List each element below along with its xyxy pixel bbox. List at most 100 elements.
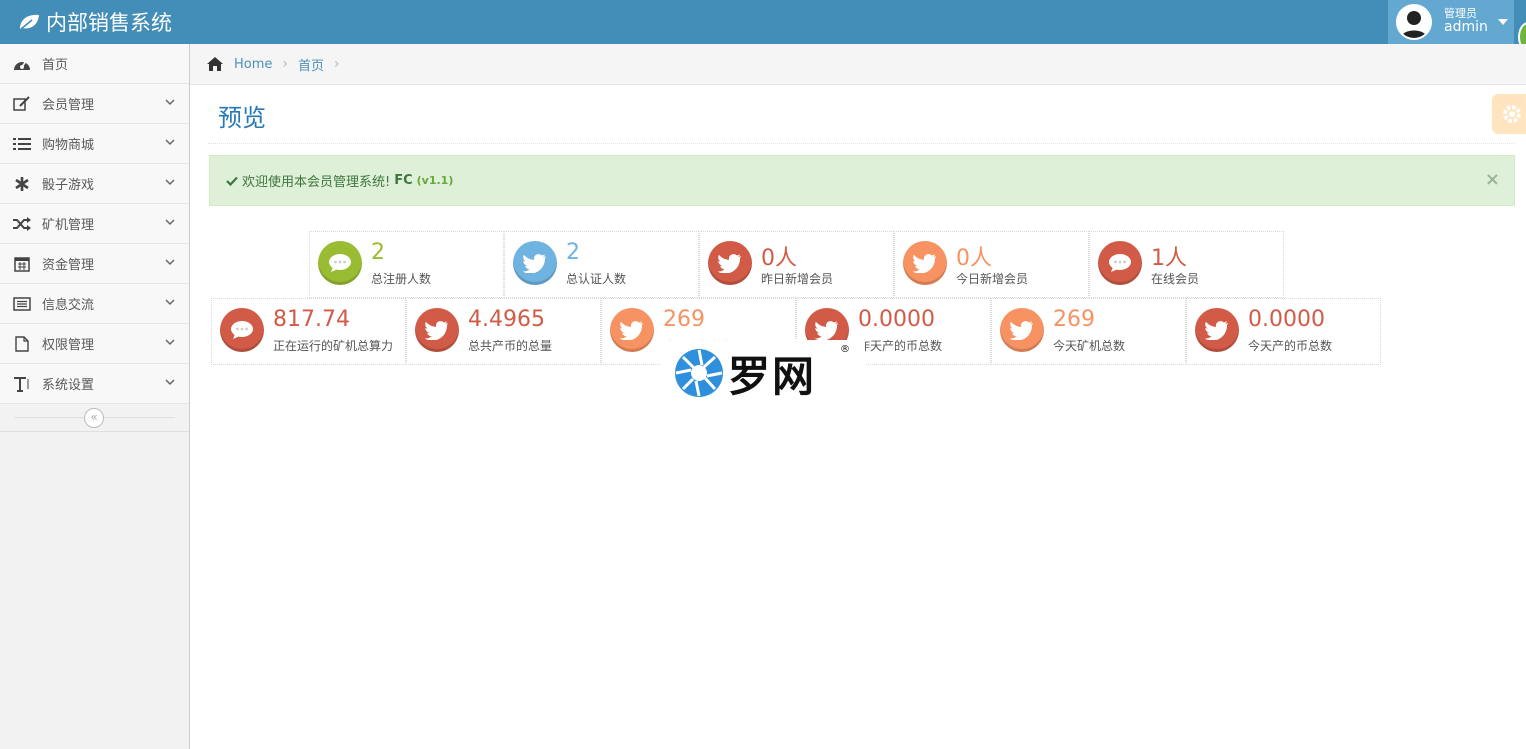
brand[interactable]: 内部销售系统 (18, 7, 172, 37)
stat-label: 正在运行的矿机总算力 (273, 339, 394, 353)
calendar-icon (12, 254, 32, 274)
settings-toggle-button[interactable] (1492, 94, 1526, 134)
stat-box: 0人 今日新增会员 (894, 231, 1089, 298)
chevron-down-icon (165, 139, 175, 146)
shuffle-icon (12, 214, 32, 234)
dashboard-icon (12, 54, 32, 74)
sidebar-item-label: 权限管理 (42, 338, 95, 353)
stat-value: 269 (1053, 307, 1095, 332)
chevron-down-icon (165, 259, 175, 266)
twitter-icon (1000, 308, 1044, 352)
breadcrumb-separator-icon: › (282, 56, 288, 72)
chevron-down-icon (165, 99, 175, 106)
stat-value: 0.0000 (1248, 307, 1325, 332)
sidebar-item-dice-game[interactable]: 骰子游戏 (0, 164, 189, 204)
breadcrumb-current-link[interactable]: 首页 (298, 55, 324, 74)
double-chevron-left-icon[interactable]: « (84, 408, 104, 428)
top-navbar: 内部销售系统 管理员 admin (0, 0, 1526, 52)
sidebar-item-label: 购物商城 (42, 138, 95, 153)
stat-box: 0.0000 今天产的币总数 (1186, 298, 1381, 365)
stat-value: 817.74 (273, 307, 350, 332)
caret-down-icon (1497, 19, 1508, 25)
stat-value: 1人 (1151, 246, 1187, 271)
stat-box: 269 今天矿机总数 (991, 298, 1186, 365)
list-icon (12, 134, 32, 154)
stat-value: 269 (663, 307, 705, 332)
twitter-icon (708, 241, 752, 285)
alert-version: (v1.1) (416, 174, 454, 187)
twitter-icon (415, 308, 459, 352)
stat-label: 总注册人数 (371, 272, 432, 286)
sidebar-item-label: 首页 (42, 58, 69, 73)
app-title: 内部销售系统 (46, 11, 172, 35)
user-name: admin (1444, 19, 1488, 36)
sidebar-item-messages[interactable]: 信息交流 (0, 284, 189, 324)
sidebar-item-home[interactable]: 首页 (0, 44, 189, 84)
sidebar-collapse-row: « (0, 404, 189, 432)
close-icon[interactable]: × (1485, 169, 1500, 190)
stat-box: 2 总注册人数 (309, 231, 504, 298)
edit-icon (12, 94, 32, 114)
text-height-icon (12, 374, 32, 394)
stat-label: 今日新增会员 (956, 272, 1029, 286)
stat-label: 今天产的币总数 (1248, 339, 1333, 353)
stat-value: 2 (566, 240, 580, 265)
watermark-text: 罗网 (728, 351, 817, 401)
sidebar-item-settings[interactable]: 系统设置 (0, 364, 189, 404)
sidebar-item-label: 系统设置 (42, 378, 95, 393)
list-alt-icon (12, 294, 32, 314)
stat-label: 总共产币的总量 (468, 339, 553, 353)
sidebar: 首页 会员管理 购物商城 骰子游戏 矿机管理 资金管理 信息交流 权限管理 系统… (0, 44, 190, 749)
breadcrumb-separator-icon: › (334, 56, 340, 72)
stat-value: 0.0000 (858, 307, 935, 332)
chevron-down-icon (165, 179, 175, 186)
stat-label: 在线会员 (1151, 272, 1200, 286)
page-title: 预览 (218, 104, 266, 132)
chevron-down-icon (165, 339, 175, 346)
stat-value: 0人 (761, 246, 797, 271)
file-icon (12, 334, 32, 354)
user-silhouette-icon (1401, 11, 1427, 38)
sidebar-item-mall[interactable]: 购物商城 (0, 124, 189, 164)
comments-icon (1098, 241, 1142, 285)
breadcrumb: Home › 首页 › (190, 44, 1526, 85)
sidebar-item-permissions[interactable]: 权限管理 (0, 324, 189, 364)
alert-brand: FC (394, 173, 413, 188)
sidebar-item-label: 骰子游戏 (42, 178, 95, 193)
leaf-icon (20, 14, 39, 30)
chevron-down-icon (165, 379, 175, 386)
registered-mark: ® (840, 344, 850, 355)
sidebar-item-funds[interactable]: 资金管理 (0, 244, 189, 284)
asterisk-icon (12, 174, 32, 194)
twitter-icon (903, 241, 947, 285)
chevron-down-icon (165, 299, 175, 306)
page-header: 预览 (208, 86, 1514, 144)
breadcrumb-home-link[interactable]: Home (234, 57, 272, 72)
sidebar-item-label: 矿机管理 (42, 218, 95, 233)
stat-value: 2 (371, 240, 385, 265)
stat-box: 817.74 正在运行的矿机总算力 (211, 298, 406, 365)
twitter-icon (1195, 308, 1239, 352)
stat-value: 0人 (956, 246, 992, 271)
stat-box: 0人 昨日新增会员 (699, 231, 894, 298)
home-icon (207, 57, 223, 71)
welcome-alert: 欢迎使用本会员管理系统! FC (v1.1) × (209, 155, 1515, 206)
alert-text: 欢迎使用本会员管理系统! (242, 175, 391, 190)
globe-logo-icon (675, 349, 723, 397)
stat-label: 总认证人数 (566, 272, 627, 286)
avatar (1396, 4, 1432, 40)
gear-icon (1503, 105, 1521, 123)
sidebar-item-label: 信息交流 (42, 298, 95, 313)
check-icon (226, 176, 238, 186)
twitter-icon (513, 241, 557, 285)
sidebar-item-members[interactable]: 会员管理 (0, 84, 189, 124)
comments-icon (318, 241, 362, 285)
stat-box: 1人 在线会员 (1089, 231, 1284, 298)
user-menu[interactable]: 管理员 admin (1388, 0, 1514, 44)
stat-box: 4.4965 总共产币的总量 (406, 298, 601, 365)
stat-label: 今天矿机总数 (1053, 339, 1126, 353)
sidebar-item-label: 会员管理 (42, 98, 95, 113)
chevron-down-icon (165, 219, 175, 226)
stat-label: 昨天产的币总数 (858, 339, 943, 353)
sidebar-item-miners[interactable]: 矿机管理 (0, 204, 189, 244)
